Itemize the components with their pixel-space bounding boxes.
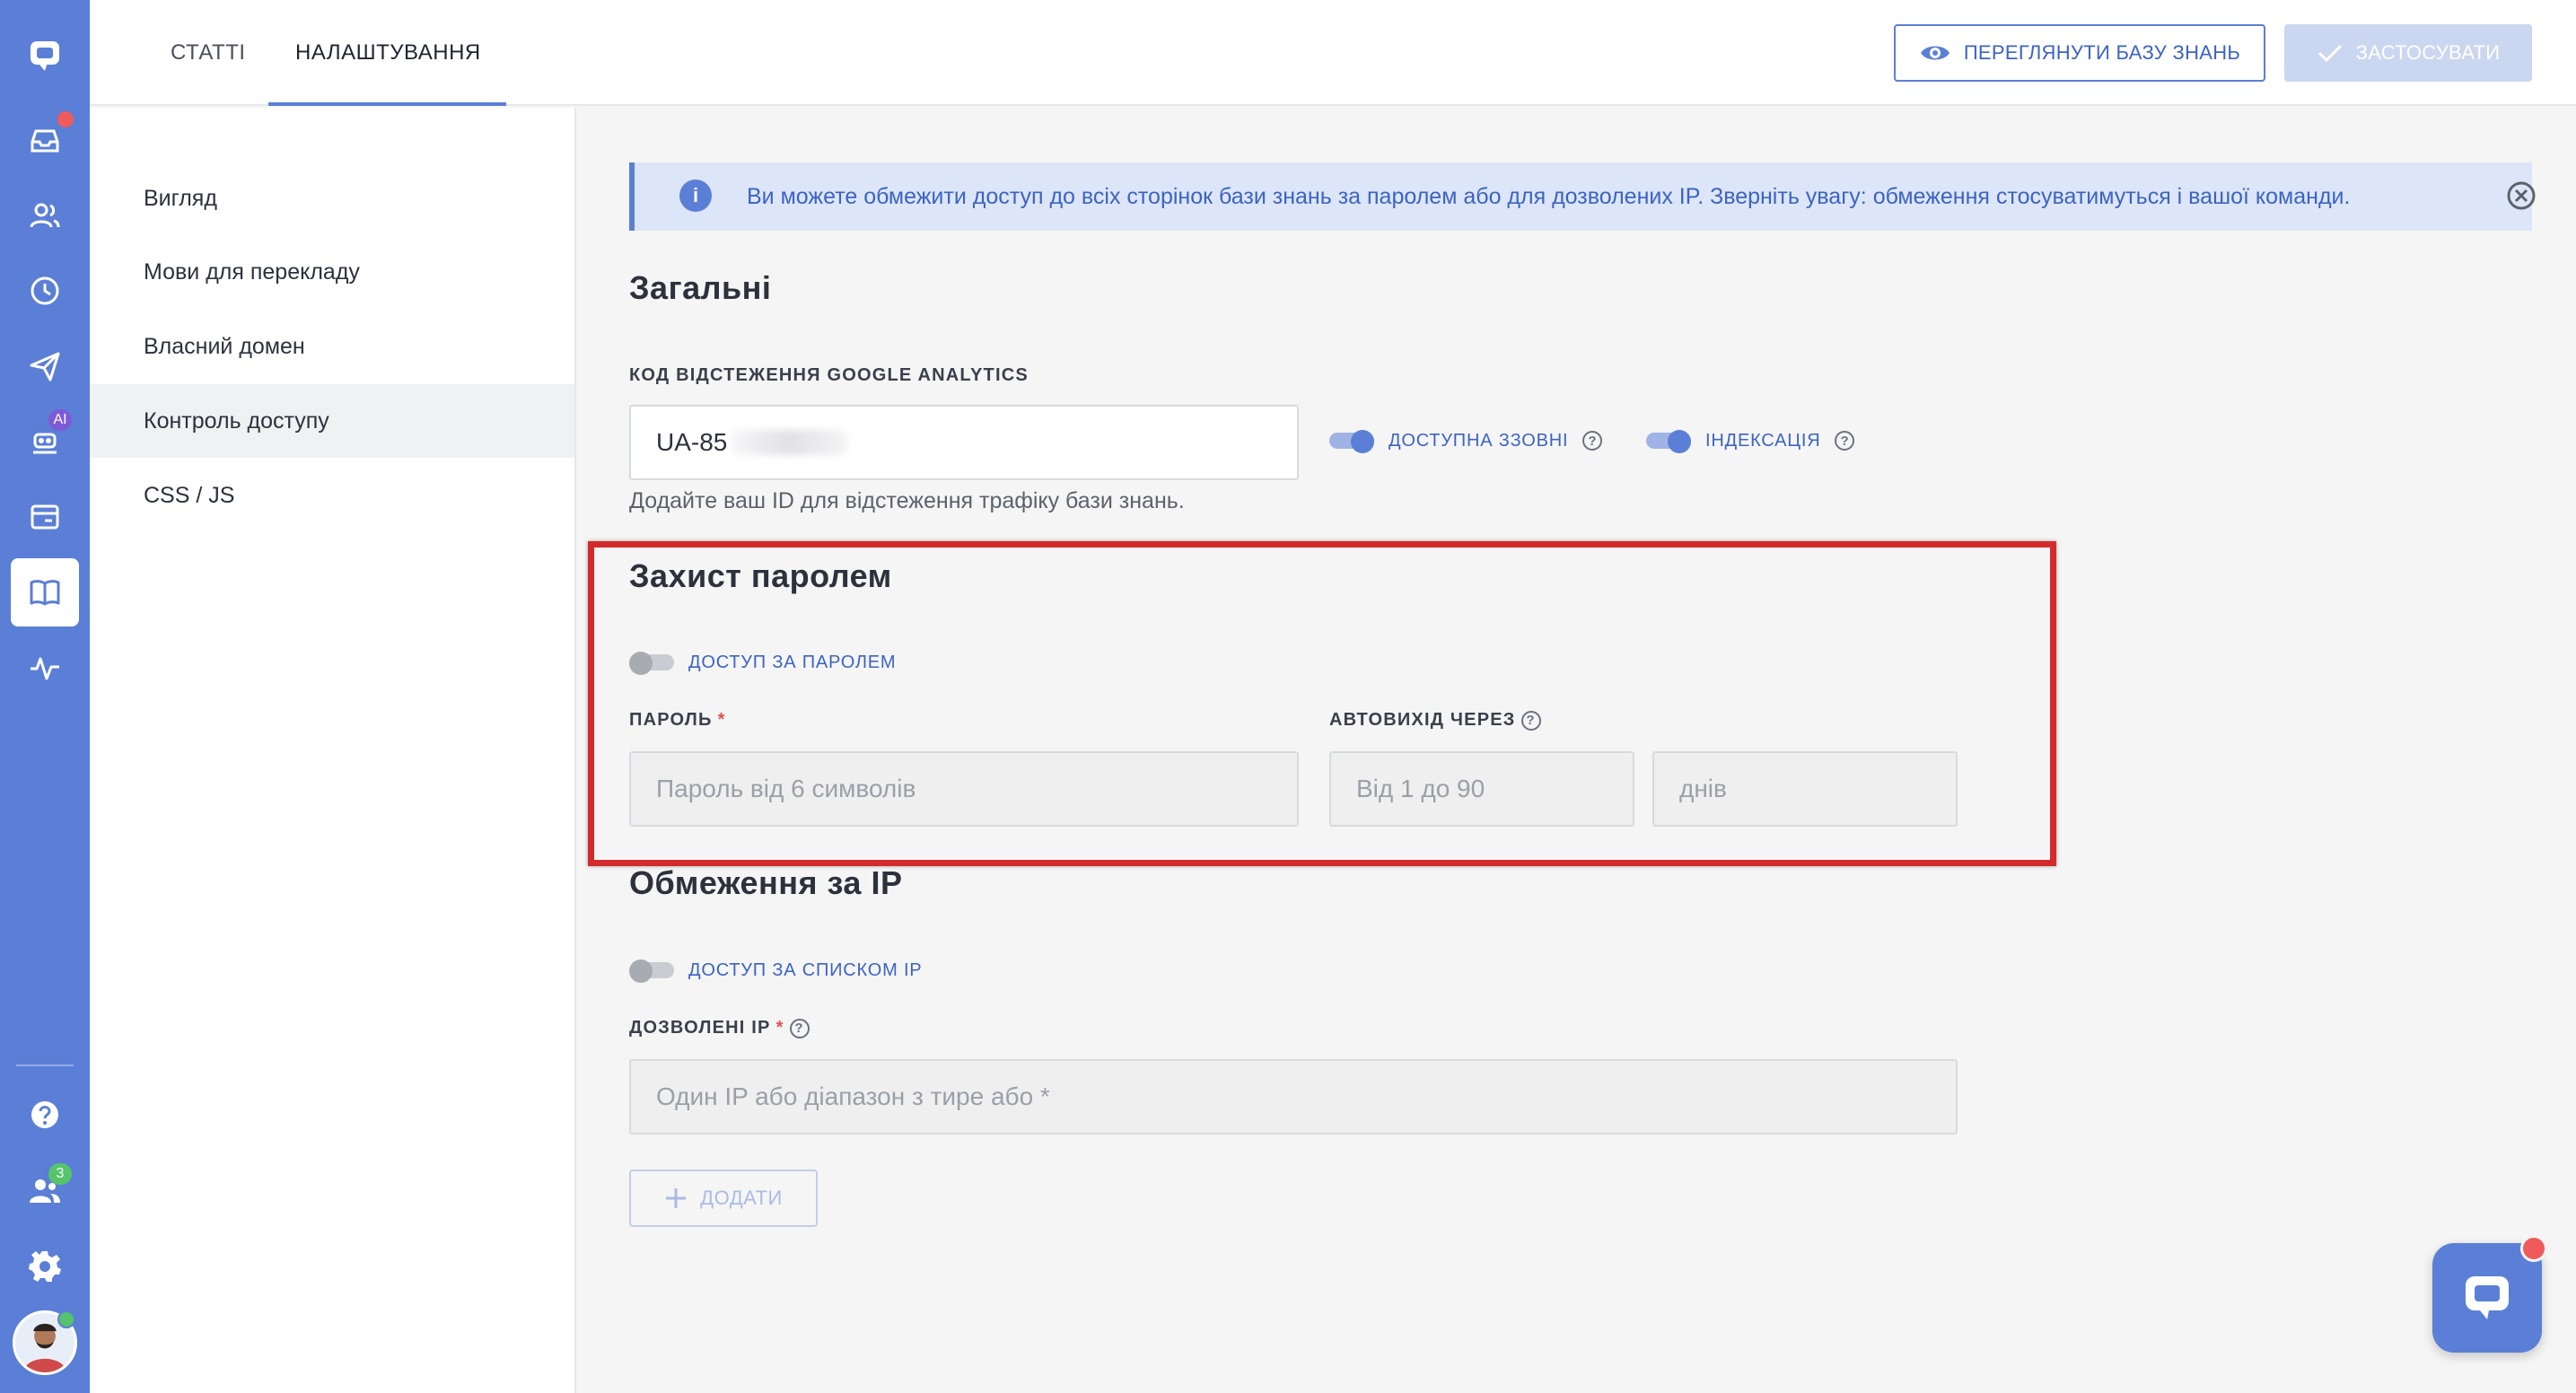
- top-bar: СТАТТІ НАЛАШТУВАННЯ ПЕРЕГЛЯНУТИ БАЗУ ЗНА…: [90, 0, 2576, 106]
- settings-nav-custom-domain[interactable]: Власний домен: [90, 310, 574, 383]
- indexing-label: ІНДЕКСАЦІЯ: [1705, 430, 1821, 451]
- settings-nav-languages[interactable]: Мови для перекладу: [90, 235, 574, 309]
- public-access-switch[interactable]: [1329, 430, 1374, 453]
- ip-input[interactable]: Один IP або діапазон з тире або *: [629, 1059, 1958, 1135]
- ga-label-text: КОД ВІДСТЕЖЕННЯ GOOGLE ANALYTICS: [629, 365, 1029, 385]
- help-icon[interactable]: ?: [789, 1018, 810, 1038]
- add-button-label: ДОДАТИ: [700, 1187, 783, 1209]
- contacts-icon[interactable]: [11, 181, 79, 250]
- apply-button[interactable]: ЗАСТОСУВАТИ: [2284, 24, 2532, 82]
- chat-notification-dot: [2520, 1235, 2547, 1262]
- analytics-icon[interactable]: [11, 634, 79, 702]
- indexing-switch[interactable]: [1646, 430, 1691, 453]
- inbox-notification-dot: [57, 111, 74, 127]
- ip-section-title: Обмеження за IP: [629, 864, 903, 901]
- ip-access-label: ДОСТУП ЗА СПИСКОМ IP: [688, 959, 923, 980]
- public-access-toggle[interactable]: ДОСТУПНА ЗЗОВНІ ?: [1329, 430, 1603, 453]
- knowledge-base-icon[interactable]: [11, 558, 79, 626]
- apply-button-label: ЗАСТОСУВАТИ: [2355, 41, 2501, 64]
- view-button-label: ПЕРЕГЛЯНУТИ БАЗУ ЗНАНЬ: [1963, 41, 2241, 64]
- close-banner-icon[interactable]: [2505, 180, 2537, 212]
- ga-hint: Додайте ваш ID для відстеження трафіку б…: [629, 488, 1185, 513]
- app-sidebar: AI 3: [0, 0, 90, 1393]
- indexing-toggle[interactable]: ІНДЕКСАЦІЯ ?: [1646, 430, 1855, 453]
- chat-logo-icon[interactable]: [11, 22, 79, 90]
- settings-nav-access-control[interactable]: Контроль доступу: [90, 384, 574, 458]
- clock-icon[interactable]: [11, 257, 79, 325]
- allowed-ip-label: ДОЗВОЛЕНІ IP * ?: [629, 1018, 810, 1038]
- tab-settings[interactable]: НАЛАШТУВАННЯ: [295, 0, 481, 106]
- help-icon[interactable]: [11, 1081, 79, 1149]
- team-count-badge: 3: [48, 1163, 72, 1185]
- settings-nav-appearance[interactable]: Вигляд: [90, 162, 574, 235]
- settings-nav: Вигляд Мови для перекладу Власний домен …: [90, 108, 576, 1393]
- ai-badge: AI: [48, 409, 72, 431]
- tab-articles[interactable]: СТАТТІ: [171, 0, 246, 106]
- allowed-ip-label-text: ДОЗВОЛЕНІ IP: [629, 1018, 771, 1038]
- required-mark: *: [775, 1018, 784, 1038]
- help-icon[interactable]: ?: [1835, 431, 1855, 451]
- settings-icon[interactable]: [11, 1231, 79, 1300]
- info-banner: i Ви можете обмежити доступ до всіх стор…: [629, 162, 2536, 231]
- chat-bubble-icon: [2466, 1276, 2509, 1319]
- ga-label: КОД ВІДСТЕЖЕННЯ GOOGLE ANALYTICS: [629, 365, 1029, 386]
- highlight-frame: [588, 541, 2056, 866]
- ip-placeholder: Один IP або діапазон з тире або *: [656, 1082, 1050, 1110]
- general-section-title: Загальні: [629, 269, 772, 306]
- info-banner-text: Ви можете обмежити доступ до всіх сторін…: [747, 183, 2351, 209]
- ip-access-switch[interactable]: [629, 959, 674, 983]
- ip-access-toggle[interactable]: ДОСТУП ЗА СПИСКОМ IP: [629, 959, 923, 983]
- info-icon: i: [679, 180, 712, 212]
- rail-divider: [16, 1064, 74, 1066]
- plus-icon: [666, 1188, 687, 1208]
- check-icon: [2318, 44, 2342, 63]
- add-ip-button[interactable]: ДОДАТИ: [629, 1170, 818, 1227]
- eye-icon: [1920, 46, 1950, 60]
- view-knowledge-base-button[interactable]: ПЕРЕГЛЯНУТИ БАЗУ ЗНАНЬ: [1894, 24, 2265, 82]
- online-status-dot: [57, 1310, 75, 1328]
- public-access-label: ДОСТУПНА ЗЗОВНІ: [1389, 430, 1569, 451]
- redacted-value: [731, 430, 848, 455]
- send-icon[interactable]: [11, 332, 79, 400]
- ga-input-value: UA-85: [656, 428, 728, 456]
- active-tab-indicator: [268, 102, 506, 106]
- ga-input[interactable]: UA-85: [629, 405, 1299, 480]
- settings-nav-css-js[interactable]: CSS / JS: [90, 459, 574, 532]
- help-icon[interactable]: ?: [1582, 431, 1603, 451]
- widget-icon[interactable]: [11, 483, 79, 551]
